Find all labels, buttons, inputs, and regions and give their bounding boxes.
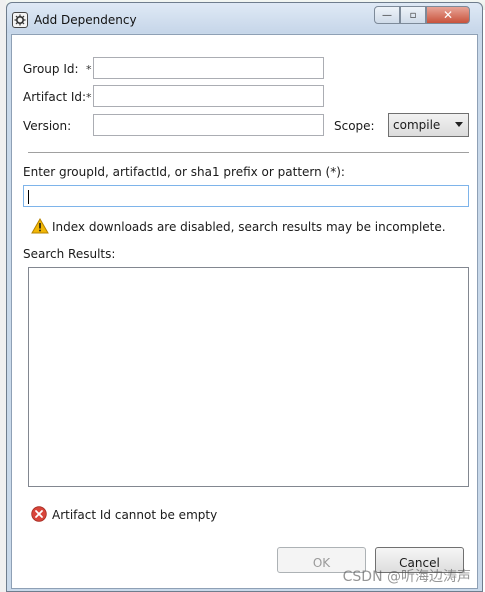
gear-icon [14, 14, 26, 26]
separator [28, 152, 469, 153]
maximize-button[interactable]: ▫ [400, 6, 426, 24]
group-id-required-marker: * [86, 63, 92, 76]
minimize-icon: — [382, 9, 392, 21]
search-results-list[interactable] [28, 267, 469, 487]
maximize-icon: ▫ [409, 9, 417, 21]
minimize-button[interactable]: — [374, 6, 400, 24]
group-id-label: Group Id: [23, 62, 79, 76]
add-dependency-dialog: Add Dependency — ▫ ✕ Group Id: * Artifac… [6, 2, 483, 592]
watermark: CSDN @听海边涛声 [342, 569, 471, 585]
validation-error-text: Artifact Id cannot be empty [52, 508, 218, 522]
artifact-id-field[interactable] [93, 85, 324, 107]
chevron-down-icon [455, 122, 463, 127]
artifact-id-label: Artifact Id: [23, 90, 87, 104]
ok-button-label: OK [312, 556, 331, 570]
error-circle-icon [31, 506, 47, 522]
group-id-field[interactable] [93, 57, 324, 79]
close-button[interactable]: ✕ [426, 6, 470, 24]
title-bar[interactable]: Add Dependency — ▫ ✕ [7, 3, 482, 33]
search-results-label: Search Results: [23, 247, 116, 261]
scope-select[interactable]: compile [388, 113, 469, 137]
window-controls: — ▫ ✕ [374, 6, 470, 26]
index-warning-text: Index downloads are disabled, search res… [52, 220, 446, 234]
version-label: Version: [23, 119, 72, 133]
app-icon [12, 12, 28, 28]
warning-triangle-icon [31, 218, 49, 234]
text-caret [28, 190, 29, 204]
scope-selected-value: compile [393, 118, 441, 132]
dialog-title: Add Dependency [34, 13, 137, 27]
close-icon: ✕ [442, 8, 454, 22]
search-input[interactable] [23, 185, 469, 207]
version-field[interactable] [93, 114, 324, 136]
dialog-content: Group Id: * Artifact Id: * Version: Scop… [11, 34, 478, 589]
artifact-id-required-marker: * [86, 91, 92, 104]
search-prompt-label: Enter groupId, artifactId, or sha1 prefi… [23, 165, 345, 179]
scope-label: Scope: [334, 119, 375, 133]
